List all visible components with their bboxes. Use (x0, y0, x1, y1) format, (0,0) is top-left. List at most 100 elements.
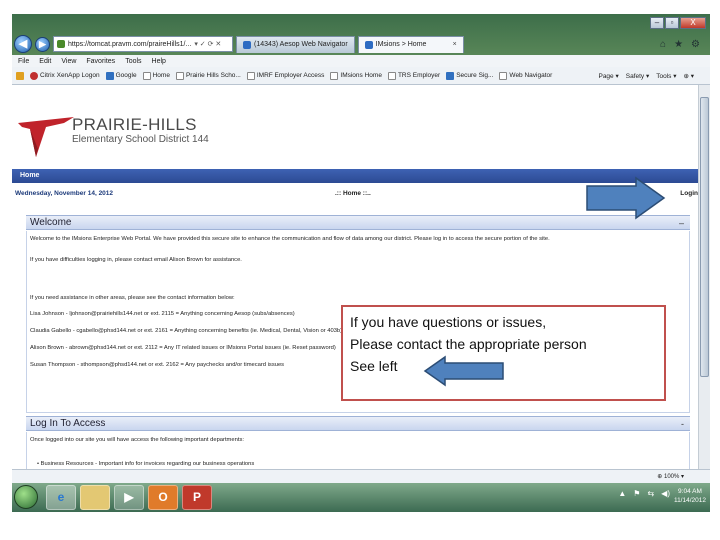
favorite-link[interactable]: IMRF Employer Access (246, 71, 324, 80)
login-panel-header: Log In To Access - (26, 416, 690, 431)
contact-line: Susan Thompson - sthompson@phsd144.net o… (30, 362, 285, 368)
close-window-button[interactable]: X (680, 17, 706, 29)
welcome-text: If you need assistance in other areas, p… (30, 295, 235, 301)
breadcrumb: .:: Home ::.. (335, 190, 371, 197)
tab-close-icon[interactable]: × (453, 41, 457, 48)
favorite-link[interactable]: Web Navigator (499, 71, 552, 80)
media-player-icon[interactable]: ▶ (114, 485, 144, 510)
status-bar: ⊕ 100% ▾ (12, 469, 710, 483)
tab-aesop[interactable]: (14343) Aesop Web Navigator (236, 35, 355, 53)
district-logo: PRAIRIE-HILLS Elementary School District… (16, 113, 216, 163)
contact-line: Claudia Gabello - cgabello@phsd144.net o… (30, 328, 343, 334)
login-panel-bullet: • Business Resources - Important info fo… (37, 461, 255, 467)
zoom-control[interactable]: ⊕ 100% ▾ (657, 473, 684, 480)
menu-file[interactable]: File (18, 58, 29, 65)
page-icon (330, 71, 339, 80)
address-controls[interactable]: ▾ ✓ ⟳ ✕ (194, 40, 221, 48)
safety-menu[interactable]: Safety ▾ (626, 72, 650, 80)
tab-imsions-home[interactable]: IMsions > Home × (357, 35, 464, 53)
page-menu[interactable]: Page ▾ (598, 72, 618, 80)
welcome-text: Welcome to the IMsions Enterprise Web Po… (30, 236, 550, 242)
network-icon[interactable]: ⇆ (647, 489, 654, 498)
internet-explorer-icon[interactable]: e (46, 485, 76, 510)
clock[interactable]: 9:04 AM 11/14/2012 (674, 487, 706, 505)
browser-icons: ⌂ ★ ⚙ (660, 39, 700, 50)
favorite-link[interactable]: Prairie Hills Scho... (175, 71, 241, 80)
show-hidden-icon[interactable]: ▲ (618, 489, 626, 498)
system-tray: ▲ ⚑ ⇆ ◀) (618, 489, 670, 498)
favorite-link[interactable]: Citrix XenApp Logon (30, 71, 100, 80)
logo-title: PRAIRIE-HILLS (72, 115, 197, 134)
action-center-icon[interactable]: ⚑ (633, 489, 640, 498)
clock-date: 11/14/2012 (673, 497, 706, 504)
outlook-icon[interactable]: O (148, 485, 178, 510)
page-icon (387, 71, 396, 80)
favorite-link[interactable]: IMsions Home (330, 71, 382, 80)
tab-label: (14343) Aesop Web Navigator (254, 41, 348, 48)
page-icon (446, 71, 455, 80)
callout-line: If you have questions or issues, (350, 314, 547, 330)
login-panel-body: Once logged into our site you will have … (26, 432, 690, 469)
welcome-text: If you have difficulties logging in, ple… (30, 257, 242, 263)
login-link[interactable]: Login (680, 190, 698, 197)
site-icon (57, 40, 65, 48)
page-icon (175, 71, 184, 80)
contact-line: Alison Brown - abrown@phsd144.net or ext… (30, 345, 336, 351)
annotation-callout-box: If you have questions or issues, Please … (341, 305, 666, 401)
volume-icon[interactable]: ◀) (661, 489, 670, 498)
contact-line: Lisa Johnson - ljohnson@prairiehills144.… (30, 311, 295, 317)
collapse-button[interactable]: - (681, 417, 684, 431)
back-button[interactable]: ◀ (14, 35, 32, 53)
menu-edit[interactable]: Edit (39, 58, 51, 65)
tab-label: IMsions > Home (375, 41, 427, 48)
favorite-link[interactable]: Google (105, 71, 137, 80)
minimize-button[interactable]: – (650, 17, 664, 29)
command-bar: Page ▾ Safety ▾ Tools ▾ ⊕ ▾ (598, 72, 710, 80)
menu-bar: File Edit View Favorites Tools Help (12, 55, 710, 67)
favorite-link[interactable]: TRS Employer (387, 71, 441, 80)
favorite-label: Citrix XenApp Logon (40, 72, 100, 79)
menu-tools[interactable]: Tools (125, 58, 141, 65)
page-content: PRAIRIE-HILLS Elementary School District… (12, 85, 698, 469)
menu-view[interactable]: View (61, 58, 76, 65)
favorite-link[interactable]: Home (142, 71, 170, 80)
check-mark-logo-icon (18, 117, 74, 157)
restore-button[interactable]: ▫ (665, 17, 679, 29)
page-icon (246, 71, 255, 80)
powerpoint-icon[interactable]: P (182, 485, 212, 510)
favorites-star-icon[interactable] (16, 71, 24, 80)
favorite-label: TRS Employer (397, 72, 441, 79)
favorite-label: Secure Sig... (456, 72, 494, 79)
favorites-star-icon[interactable]: ★ (674, 39, 683, 50)
scrollbar-thumb[interactable] (700, 97, 709, 377)
favorite-label: Google (115, 72, 137, 79)
aesop-tab-icon (243, 40, 251, 49)
google-icon (105, 71, 114, 80)
window-caption-buttons: – ▫ X (650, 17, 706, 29)
tools-menu[interactable]: Tools ▾ (656, 72, 676, 80)
vertical-scrollbar[interactable] (698, 85, 710, 469)
favorite-label: Home (152, 72, 170, 79)
home-link[interactable]: Home (20, 172, 39, 179)
favorite-link[interactable]: Secure Sig... (446, 71, 494, 80)
home-icon[interactable]: ⌂ (660, 39, 666, 50)
address-bar[interactable]: https://tomcat.pravm.com/praireHills1/..… (53, 36, 233, 52)
right-arrow-annotation (586, 176, 666, 220)
menu-favorites[interactable]: Favorites (86, 58, 115, 65)
page-icon (142, 71, 151, 80)
help-menu[interactable]: ⊕ ▾ (683, 72, 694, 80)
page-icon (499, 71, 508, 80)
favorite-label: IMsions Home (340, 72, 382, 79)
forward-button[interactable]: ▶ (35, 36, 50, 52)
login-panel-text: Once logged into our site you will have … (30, 437, 244, 443)
collapse-button[interactable]: – (679, 216, 684, 230)
start-button[interactable] (14, 485, 38, 509)
taskbar: e ▶ O P ▲ ⚑ ⇆ ◀) 9:04 AM 11/14/2012 (12, 483, 710, 512)
login-panel-title: Log In To Access (30, 418, 106, 429)
file-explorer-icon[interactable] (80, 485, 110, 510)
left-arrow-annotation (423, 355, 504, 387)
menu-help[interactable]: Help (152, 58, 166, 65)
favorite-label: Prairie Hills Scho... (185, 72, 241, 79)
welcome-title: Welcome (30, 217, 72, 228)
gear-icon[interactable]: ⚙ (691, 39, 700, 50)
